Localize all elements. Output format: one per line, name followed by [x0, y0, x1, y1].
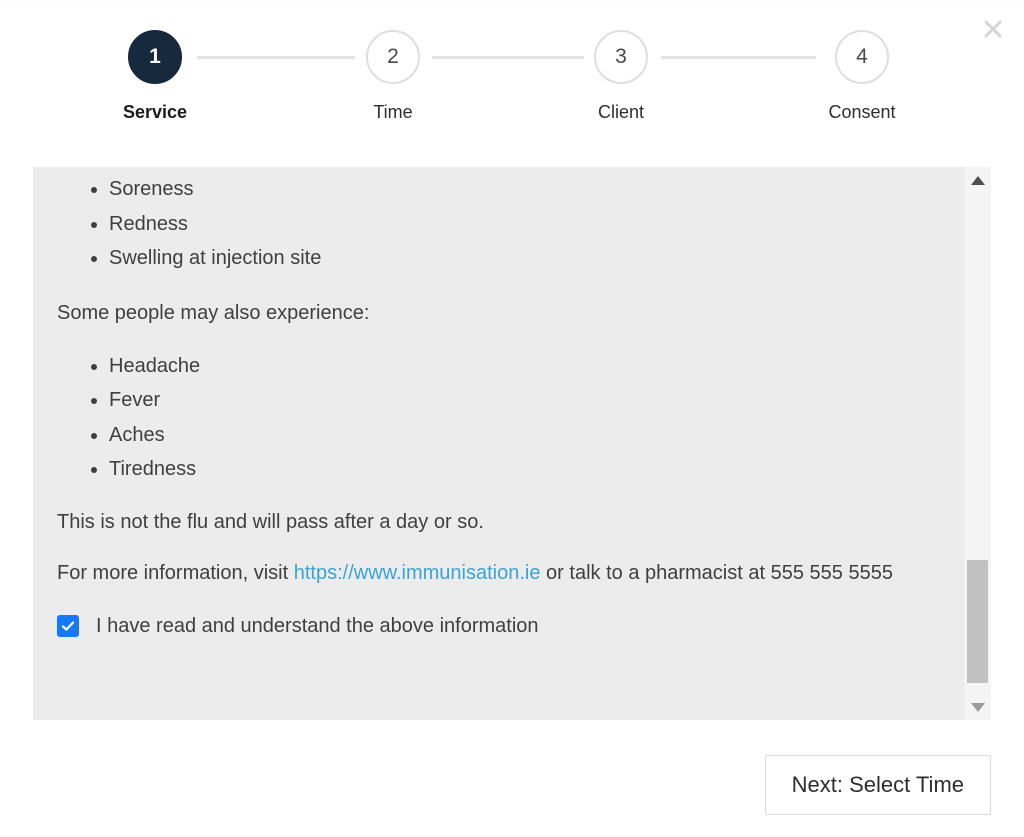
step-consent-label: Consent [828, 102, 896, 122]
step-time-number: 2 [366, 30, 420, 84]
service-info-panel: Soreness Redness Swelling at injection s… [33, 167, 991, 720]
consent-checkbox[interactable] [57, 615, 79, 637]
common-side-effects-list: Soreness Redness Swelling at injection s… [57, 167, 939, 276]
next-select-time-button[interactable]: Next: Select Time [764, 755, 991, 815]
scroll-up-button[interactable] [964, 167, 991, 193]
list-item: Redness [109, 207, 939, 242]
step-consent-number: 4 [835, 30, 889, 84]
secondary-effects-intro: Some people may also experience: [57, 301, 370, 324]
scrollbar-thumb[interactable] [967, 560, 988, 683]
content-scrollbar[interactable] [963, 167, 991, 720]
service-info-text: Soreness Redness Swelling at injection s… [33, 167, 963, 720]
reassurance-text: This is not the flu and will pass after … [57, 510, 484, 533]
top-divider [0, 0, 1024, 1]
checkmark-icon [61, 621, 75, 631]
list-item: Tiredness [109, 452, 939, 487]
step-client[interactable]: 3 Client [541, 30, 701, 123]
step-service-label: Service [122, 102, 188, 122]
list-item: Fever [109, 383, 939, 418]
more-info-prefix: For more information, visit [57, 561, 294, 584]
dialog-footer: Next: Select Time [33, 755, 991, 817]
triangle-down-icon [970, 702, 985, 712]
consent-label[interactable]: I have read and understand the above inf… [96, 615, 539, 638]
list-item: Aches [109, 418, 939, 453]
step-service-number: 1 [128, 30, 182, 84]
step-time-label: Time [373, 102, 413, 122]
list-item: Swelling at injection site [109, 241, 939, 276]
consent-checkbox-row[interactable]: I have read and understand the above inf… [57, 589, 939, 638]
more-information-text: For more information, visit https://www.… [57, 538, 939, 589]
step-time[interactable]: 2 Time [313, 30, 473, 123]
triangle-up-icon [970, 175, 985, 185]
immunisation-link[interactable]: https://www.immunisation.ie [294, 562, 541, 584]
list-item: Headache [109, 349, 939, 384]
step-client-label: Client [597, 102, 645, 122]
step-consent[interactable]: 4 Consent [782, 30, 942, 123]
step-client-number: 3 [594, 30, 648, 84]
list-item: Soreness [109, 172, 939, 207]
scroll-down-button[interactable] [964, 694, 991, 720]
secondary-side-effects-list: Headache Fever Aches Tiredness [57, 329, 939, 487]
more-info-suffix: or talk to a pharmacist at 555 555 5555 [540, 561, 893, 584]
step-service[interactable]: 1 Service [75, 30, 235, 123]
scrollbar-track[interactable] [964, 193, 991, 694]
stepper: 1 Service 2 Time 3 Client 4 Consent [0, 30, 1024, 130]
